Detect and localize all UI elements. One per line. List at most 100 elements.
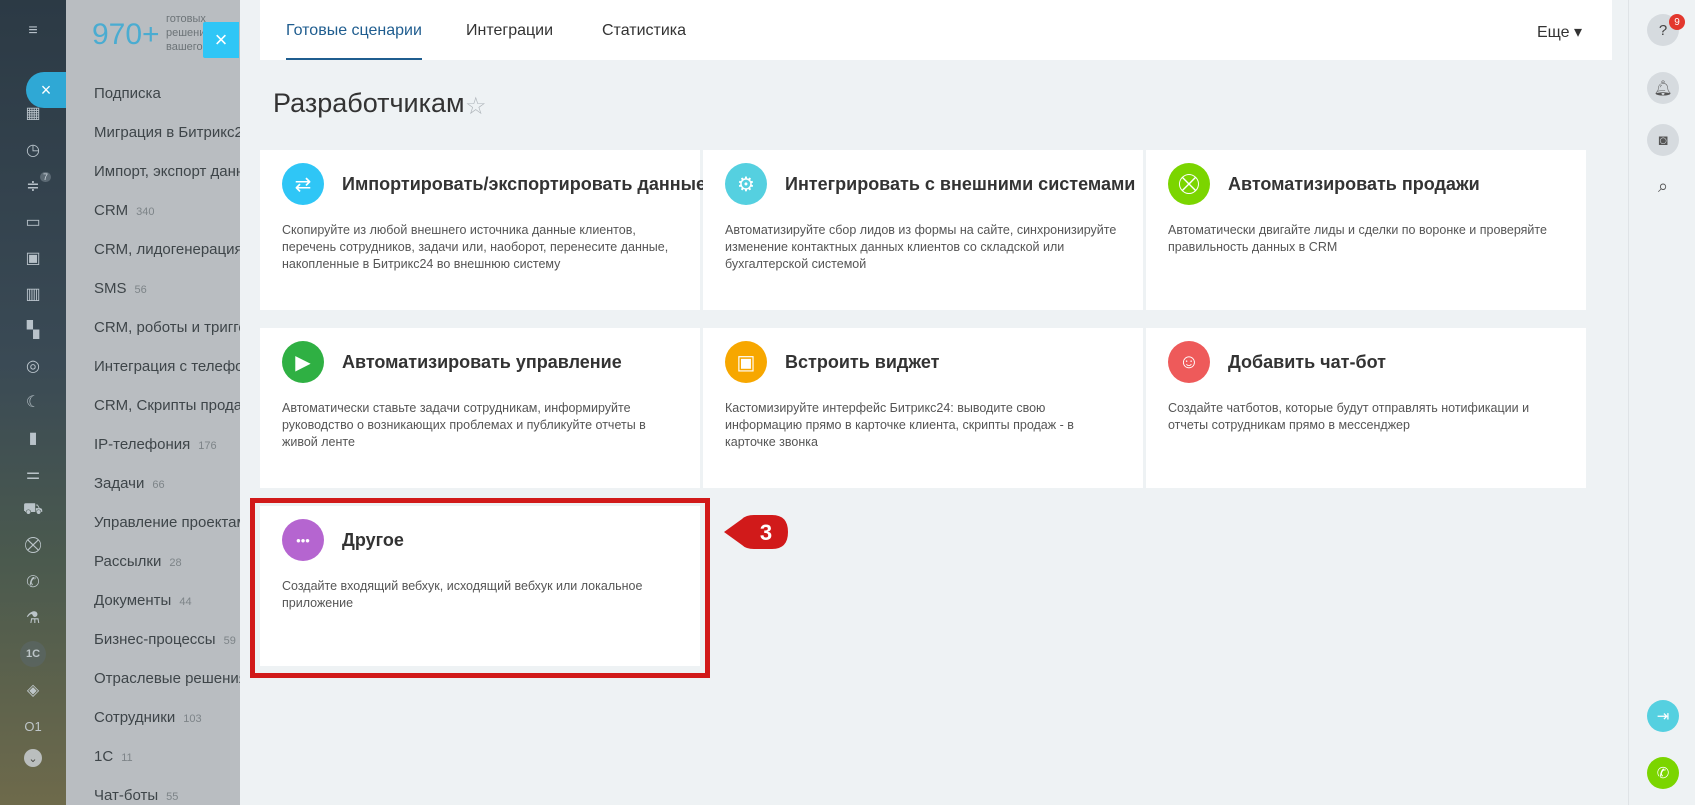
arrows-swap-icon: ⇄ bbox=[282, 163, 324, 205]
close-button[interactable]: × bbox=[203, 22, 239, 58]
scenario-card[interactable]: ☺ Добавить чат-бот Создайте чатботов, кото… bbox=[1146, 328, 1586, 488]
left-icon-rail: ≡ × ▦ ◷ ≑ 7 ▭ ▣ ▥ ▚ ◎ ☾ ▮ ⚌ ⛟ ⛒ ✆ ⚗ 1С ◈… bbox=[0, 0, 66, 805]
grid-icon[interactable]: ▚ bbox=[20, 317, 46, 343]
clock-icon[interactable]: ◷ bbox=[20, 137, 46, 163]
sidemenu-item-label: Задачи bbox=[94, 475, 145, 492]
sidemenu-item-label: Подписка bbox=[94, 85, 161, 102]
sidemenu-item-label: Бизнес-процессы bbox=[94, 631, 216, 648]
exit-icon[interactable]: ⇥ bbox=[1647, 700, 1679, 732]
sidemenu-item[interactable]: Миграция в Битрикс24 bbox=[94, 124, 240, 141]
tab-bar: Готовые сценарии Интеграции Статистика Е… bbox=[260, 0, 1612, 60]
tab-integrations[interactable]: Интеграции bbox=[466, 22, 553, 60]
tab-ready-scenarios[interactable]: Готовые сценарии bbox=[286, 22, 422, 60]
sidemenu-item[interactable]: IP-телефония 176 bbox=[94, 436, 217, 453]
sidemenu-item[interactable]: Чат-боты 55 bbox=[94, 787, 178, 804]
sidemenu-item[interactable]: CRM, Скрипты продаж bbox=[94, 397, 240, 414]
card-title: Добавить чат-бот bbox=[1228, 352, 1386, 372]
card-description: Автоматически ставьте задачи сотрудникам… bbox=[282, 401, 646, 449]
scenario-card[interactable]: ⚙ Интегрировать с внешними системами Автом… bbox=[703, 150, 1143, 310]
moon-icon[interactable]: ☾ bbox=[20, 389, 46, 415]
chevron-down-icon[interactable]: ⌄ bbox=[24, 749, 42, 767]
main-panel: Готовые сценарии Интеграции Статистика Е… bbox=[240, 0, 1628, 805]
card-description: Создайте чатботов, которые будут отправл… bbox=[1168, 401, 1530, 432]
scenario-card[interactable]: ⇄ Импортировать/экспортировать данные Скоп… bbox=[260, 150, 706, 310]
search-icon[interactable]: ⌕ bbox=[1647, 170, 1679, 202]
card-title: Автоматизировать управление bbox=[342, 352, 622, 372]
sidemenu-item-count: 176 bbox=[198, 440, 217, 452]
sidemenu-item[interactable]: Рассылки 28 bbox=[94, 553, 182, 570]
target-icon[interactable]: ◎ bbox=[20, 353, 46, 379]
sidemenu-item[interactable]: Отраслевые решения bbox=[94, 670, 240, 687]
window-icon[interactable]: ▭ bbox=[20, 209, 46, 235]
bell-icon[interactable]: 🔔︎ bbox=[1647, 72, 1679, 104]
scenario-card[interactable]: ▶ Автоматизировать управление Автоматическ… bbox=[260, 328, 700, 488]
play-icon: ▶ bbox=[282, 341, 324, 383]
calendar-icon[interactable]: ▦ bbox=[20, 100, 46, 126]
tab-statistics[interactable]: Статистика bbox=[602, 22, 686, 60]
menu-icon[interactable]: ≡ bbox=[20, 18, 46, 44]
sidemenu-item-label: CRM bbox=[94, 202, 129, 219]
chat-icon[interactable]: ◙ bbox=[1647, 124, 1679, 156]
sidemenu-item-count: 55 bbox=[166, 791, 179, 803]
card-description: Автоматизируйте сбор лидов из формы на с… bbox=[725, 223, 1117, 271]
sidemenu-item-count: 44 bbox=[179, 596, 192, 608]
card-title: Импортировать/экспортировать данные bbox=[342, 174, 706, 194]
cube-icon[interactable]: ◈ bbox=[20, 677, 46, 703]
sidemenu-item-label: CRM, Скрипты продаж bbox=[94, 397, 240, 414]
truck-icon[interactable]: ⛟ bbox=[20, 497, 46, 523]
step-callout: 3 bbox=[724, 515, 788, 549]
gears-icon: ⚙ bbox=[725, 163, 767, 205]
cart-icon[interactable]: ⛒ bbox=[20, 533, 46, 559]
sidemenu-item[interactable]: CRM, лидогенерация bbox=[94, 241, 240, 258]
book-icon[interactable]: ▥ bbox=[20, 281, 46, 307]
bar-chart-icon[interactable]: ▮ bbox=[20, 425, 46, 451]
rail-label-01[interactable]: O1 bbox=[20, 713, 46, 739]
sidemenu-item[interactable]: CRM 340 bbox=[94, 202, 155, 219]
card-description: Кастомизируйте интерфейс Битрикс24: выво… bbox=[725, 401, 1074, 449]
sidemenu-item-count: 66 bbox=[152, 479, 165, 491]
sidemenu-item[interactable]: Управление проектами bbox=[94, 514, 240, 531]
sidemenu-item[interactable]: Бизнес-процессы 59 bbox=[94, 631, 236, 648]
onec-icon[interactable]: 1С bbox=[20, 641, 46, 667]
sidemenu-item[interactable]: 1С 11 bbox=[94, 748, 133, 765]
scenario-card[interactable]: ⛒ Автоматизировать продажи Автоматически д… bbox=[1146, 150, 1586, 310]
contact-card-icon[interactable]: ▣ bbox=[20, 245, 46, 271]
highlight-frame bbox=[250, 498, 710, 678]
sidemenu-item[interactable]: Интеграция с телефонией bbox=[94, 358, 240, 375]
help-badge: 9 bbox=[1669, 14, 1685, 30]
sidemenu-item[interactable]: Подписка bbox=[94, 85, 161, 102]
sidemenu-item[interactable]: CRM, роботы и триггеры bbox=[94, 319, 240, 336]
cart-icon: ⛒ bbox=[1168, 163, 1210, 205]
star-icon[interactable]: ☆ bbox=[465, 92, 487, 121]
sidemenu-item[interactable]: Импорт, экспорт данных bbox=[94, 163, 240, 180]
card-description: Скопируйте из любой внешнего источника д… bbox=[282, 223, 669, 271]
card-title: Интегрировать с внешними системами bbox=[785, 174, 1136, 194]
phone-icon[interactable]: ✆ bbox=[1647, 757, 1679, 789]
right-rail: ? 9 🔔︎ ◙ ⌕ ⇥ ✆ bbox=[1628, 0, 1695, 805]
sidemenu-item-label: Документы bbox=[94, 592, 172, 609]
sidemenu-item[interactable]: Задачи 66 bbox=[94, 475, 165, 492]
sidemenu-item-count: 59 bbox=[223, 635, 236, 647]
sidemenu-item[interactable]: Сотрудники 103 bbox=[94, 709, 202, 726]
flask-icon[interactable]: ⚗ bbox=[20, 605, 46, 631]
sliders-icon[interactable]: ⚌ bbox=[20, 461, 46, 487]
robot-icon: ☺ bbox=[1168, 341, 1210, 383]
sidemenu-item-label: Управление проектами bbox=[94, 514, 240, 531]
sidemenu-item[interactable]: Документы 44 bbox=[94, 592, 192, 609]
sidemenu-item[interactable]: SMS 56 bbox=[94, 280, 147, 297]
card-title: Встроить виджет bbox=[785, 352, 940, 372]
sidemenu-item-count: 103 bbox=[183, 713, 202, 725]
sidemenu-item-label: Отраслевые решения bbox=[94, 670, 240, 687]
sidemenu-item-label: Сотрудники bbox=[94, 709, 176, 726]
sidemenu-item-count: 28 bbox=[169, 557, 182, 569]
widget-icon: ▣ bbox=[725, 341, 767, 383]
sidemenu-item-label: Рассылки bbox=[94, 553, 162, 570]
card-description: Автоматически двигайте лиды и сделки по … bbox=[1168, 223, 1547, 254]
sidemenu-item-count: 56 bbox=[134, 284, 147, 296]
scenario-card[interactable]: ▣ Встроить виджет Кастомизируйте интерфейс… bbox=[703, 328, 1143, 488]
more-dropdown[interactable]: Еще ▾ bbox=[1537, 22, 1582, 60]
phone-icon[interactable]: ✆ bbox=[20, 569, 46, 595]
sidemenu-item-count: 340 bbox=[136, 206, 155, 218]
callout-number: 3 bbox=[760, 520, 772, 545]
sidemenu-item-label: Импорт, экспорт данных bbox=[94, 163, 240, 180]
